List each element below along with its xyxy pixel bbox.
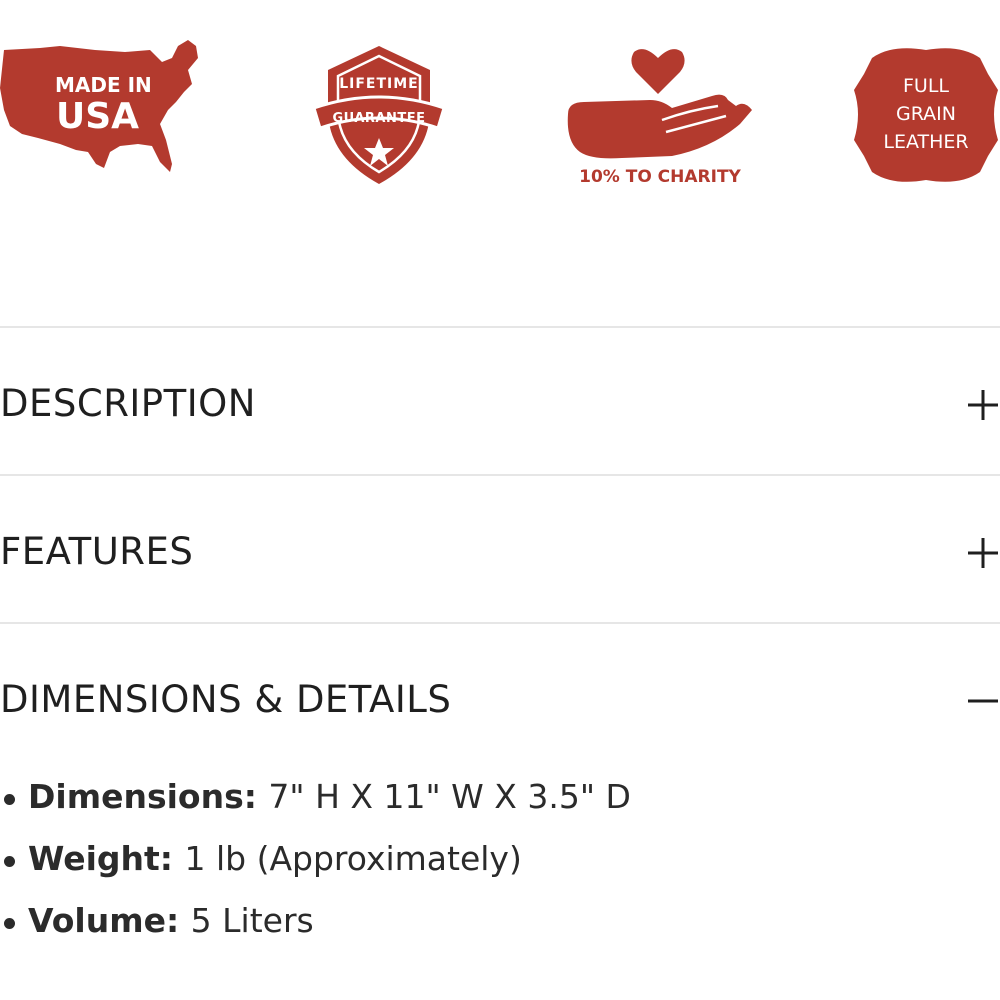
list-item: Weight: 1 lb (Approximately): [0, 828, 1000, 890]
bullet: [4, 918, 15, 929]
features-section-header[interactable]: FEATURES: [0, 476, 1000, 622]
product-accordion: DESCRIPTION FEATURES DIMENSIONS & DETAIL…: [0, 326, 1000, 952]
detail-label: Weight:: [28, 839, 185, 878]
full-label: FULL: [903, 75, 949, 97]
detail-label: Volume:: [28, 901, 191, 940]
leather-hide-icon: FULL GRAIN LEATHER: [854, 48, 998, 182]
guarantee-label: GUARANTEE: [333, 111, 426, 126]
leather-label: LEATHER: [883, 131, 968, 153]
shield-star-icon: LIFETIME GUARANTEE: [312, 46, 446, 184]
detail-label: Dimensions:: [28, 777, 269, 816]
charity-caption: 10% TO CHARITY: [579, 167, 741, 187]
usa-map-icon: MADE IN USA: [0, 40, 198, 172]
detail-value: 5 Liters: [190, 901, 314, 940]
detail-value: 7" H X 11" W X 3.5" D: [268, 777, 631, 816]
description-section-header[interactable]: DESCRIPTION: [0, 328, 1000, 474]
list-item: Volume: 5 Liters: [0, 890, 1000, 952]
list-item: Dimensions: 7" H X 11" W X 3.5" D: [0, 766, 1000, 828]
dimensions-title: DIMENSIONS & DETAILS: [0, 678, 452, 721]
plus-icon[interactable]: [968, 538, 998, 568]
dimensions-section-body: Dimensions: 7" H X 11" W X 3.5" D Weight…: [0, 766, 1000, 952]
lifetime-label: LIFETIME: [339, 76, 419, 92]
dimensions-section-header[interactable]: DIMENSIONS & DETAILS: [0, 624, 1000, 770]
bullet: [4, 856, 15, 867]
grain-label: GRAIN: [896, 103, 956, 125]
plus-icon[interactable]: [968, 390, 998, 420]
made-in-usa-badge: MADE IN USA: [0, 40, 205, 200]
features-title: FEATURES: [0, 530, 194, 573]
lifetime-guarantee-badge: LIFETIME GUARANTEE: [312, 44, 447, 204]
product-info-page: MADE IN USA LIFETIME GUARANTEE 10% TO CH…: [0, 0, 1000, 1000]
bullet: [4, 794, 15, 805]
charity-badge: 10% TO CHARITY: [562, 44, 757, 204]
description-title: DESCRIPTION: [0, 382, 256, 425]
detail-value: 1 lb (Approximately): [184, 839, 522, 878]
full-grain-leather-badge: FULL GRAIN LEATHER: [852, 44, 1000, 204]
made-in-label: MADE IN: [55, 73, 152, 97]
details-list: Dimensions: 7" H X 11" W X 3.5" D Weight…: [0, 766, 1000, 952]
usa-label: USA: [56, 96, 139, 137]
minus-icon[interactable]: [968, 686, 998, 716]
hand-heart-icon: 10% TO CHARITY: [567, 49, 752, 187]
